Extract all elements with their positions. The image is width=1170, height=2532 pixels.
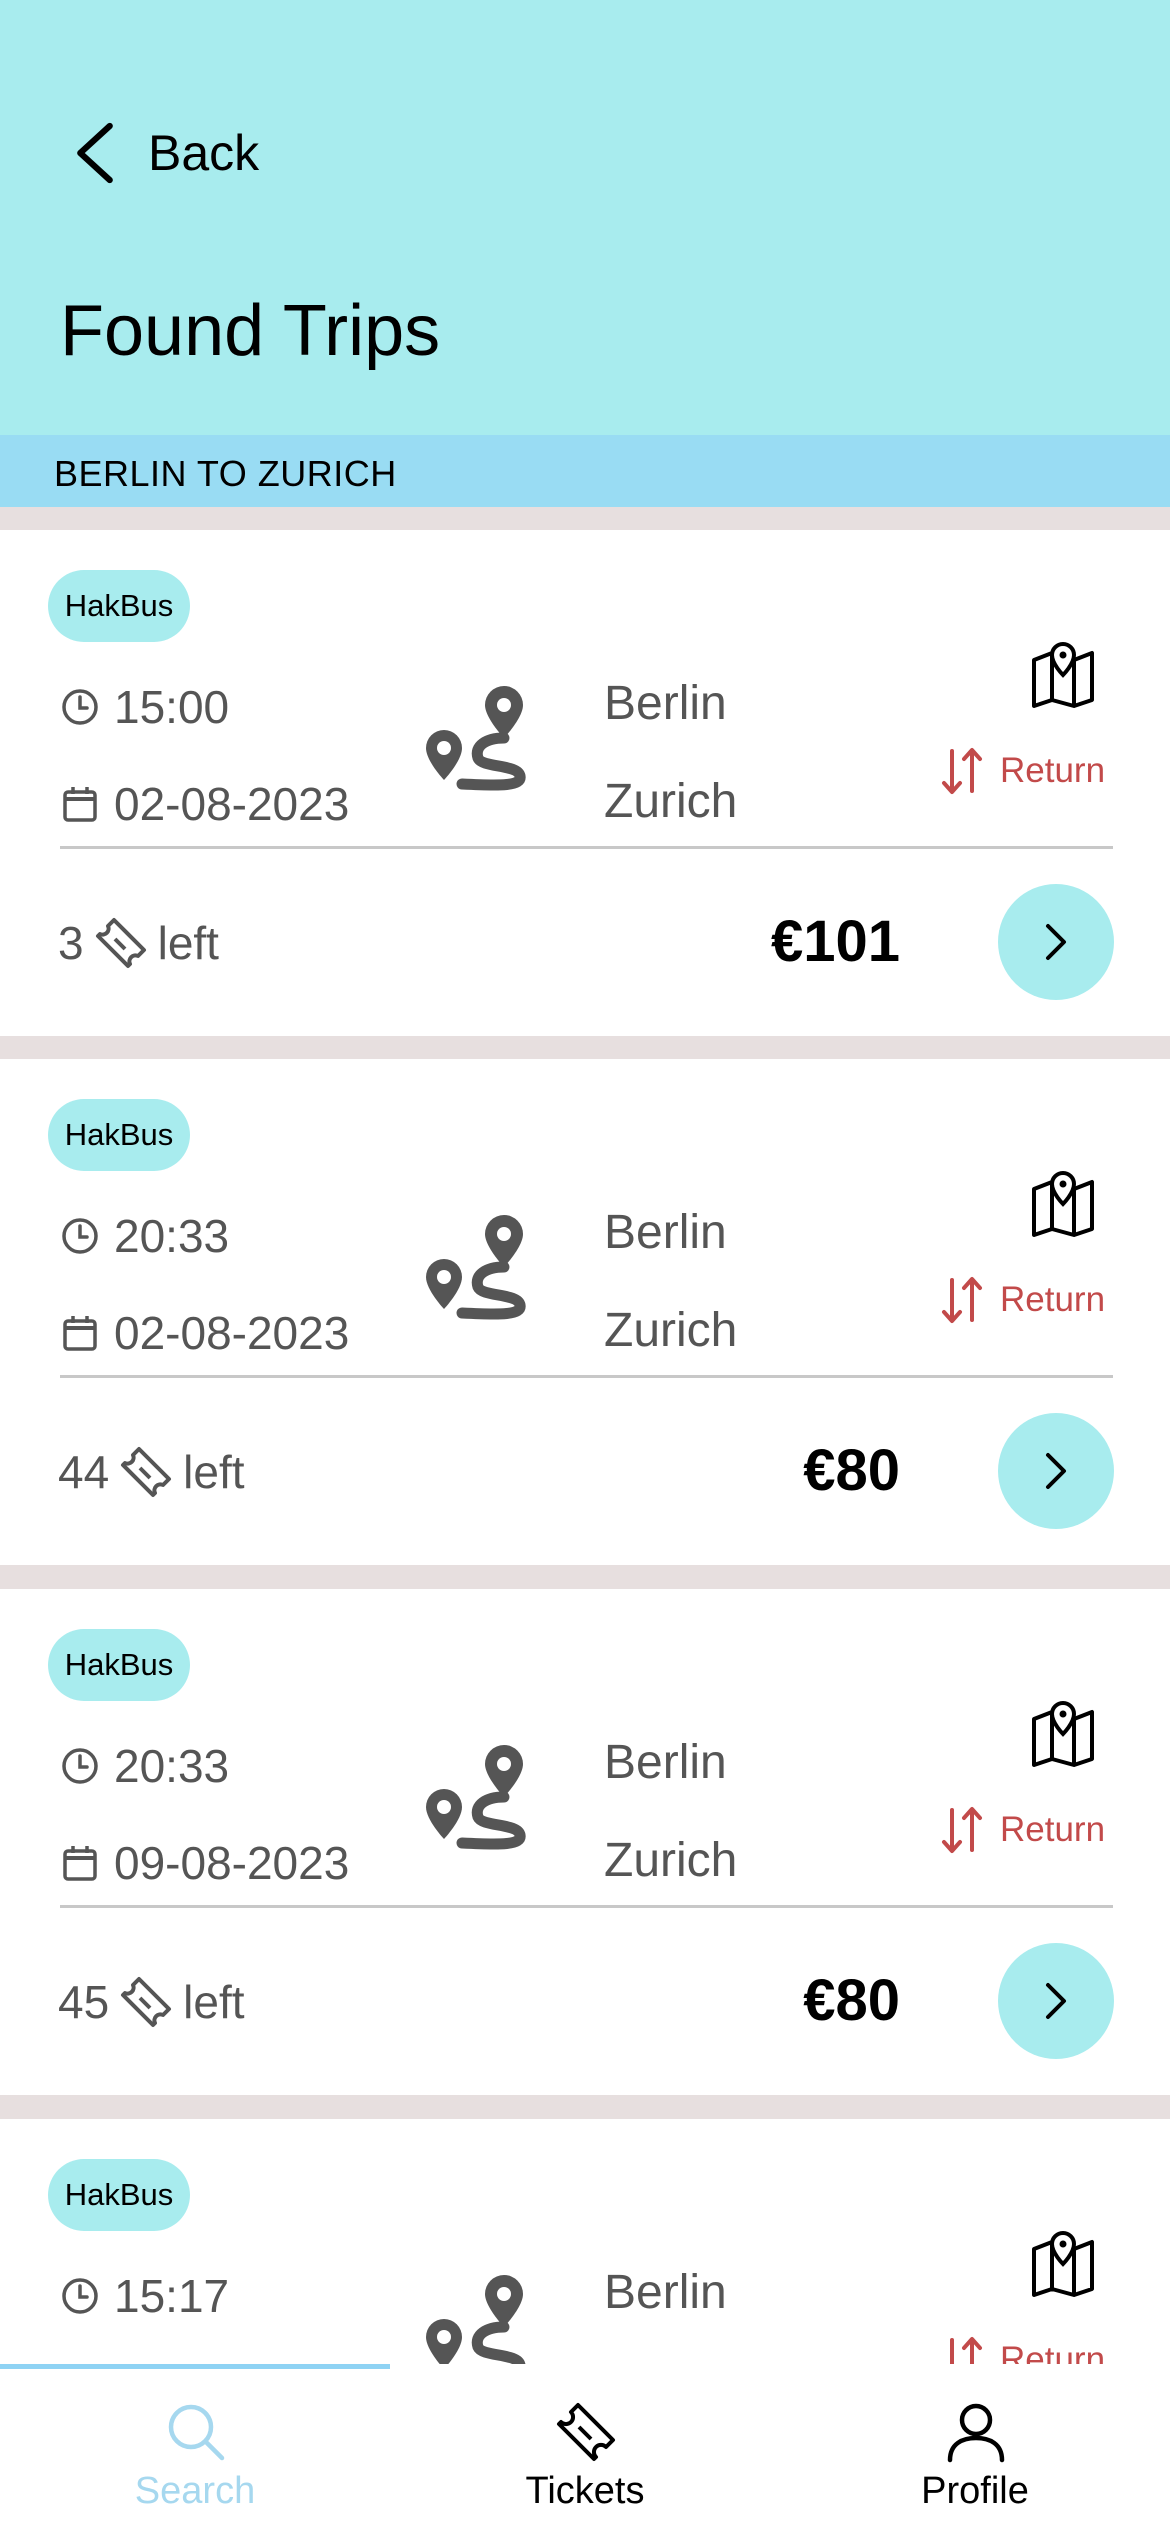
trip-price: €80 — [803, 1438, 900, 1503]
ticket-icon — [121, 1447, 172, 1497]
origin-city: Berlin — [604, 2266, 727, 2319]
departure-date-row: 02-08-2023 — [60, 1306, 349, 1360]
swap-vertical-icon — [950, 2337, 982, 2364]
search-icon — [168, 2404, 225, 2461]
seats-left: 44 left — [58, 1445, 245, 1499]
back-button[interactable]: Back — [70, 118, 259, 188]
swap-vertical-icon — [942, 1807, 982, 1853]
tab-tickets-label: Tickets — [525, 2470, 645, 2512]
route-icon — [426, 1215, 526, 1320]
departure-time: 20:33 — [114, 1740, 230, 1792]
origin-city: Berlin — [604, 1736, 727, 1789]
departure-date: 02-08-2023 — [114, 778, 350, 830]
map-icon[interactable] — [1028, 640, 1098, 710]
chevron-right-icon — [1046, 1983, 1066, 2019]
clock-icon — [62, 689, 98, 725]
departure-date-row: 09-08-2023 — [60, 1836, 349, 1890]
calendar-icon — [63, 1846, 97, 1881]
seats-suffix: left — [183, 1446, 245, 1498]
chevron-left-icon — [77, 122, 113, 184]
chevron-right-icon — [1046, 924, 1066, 960]
departure-time: 20:33 — [114, 1210, 230, 1262]
ticket-icon — [557, 2403, 615, 2461]
departure-time-row: 15:17 — [60, 2269, 229, 2323]
tab-tickets[interactable]: Tickets — [390, 2364, 780, 2532]
clock-icon — [62, 2278, 98, 2314]
chevron-right-icon — [1046, 1453, 1066, 1489]
divider — [60, 1375, 1113, 1378]
departure-time-row: 20:33 — [60, 1739, 229, 1793]
seats-left: 45 left — [58, 1975, 245, 2029]
departure-time: 15:17 — [114, 2270, 230, 2322]
route-icon — [426, 686, 526, 791]
route-icon — [426, 2275, 526, 2364]
operator-badge: HakBus — [48, 570, 190, 642]
return-indicator: Return — [940, 1804, 1105, 1856]
return-label: Return — [1000, 751, 1106, 790]
return-label: Return — [1000, 2340, 1106, 2364]
divider — [60, 1905, 1113, 1908]
swap-vertical-icon — [942, 1277, 982, 1323]
user-icon — [947, 2403, 1005, 2463]
tab-profile[interactable]: Profile — [780, 2364, 1170, 2532]
departure-time: 15:00 — [114, 681, 230, 733]
seats-suffix: left — [157, 917, 219, 969]
page-title: Found Trips — [60, 291, 441, 371]
return-label: Return — [1000, 1280, 1106, 1319]
operator-badge: HakBus — [48, 1629, 190, 1701]
trip-card[interactable]: HakBus 20:33 02-08-2023 Berlin Zurich Re… — [0, 1059, 1170, 1565]
trip-price: €80 — [803, 1968, 900, 2033]
header: Back Found Trips — [0, 0, 1170, 435]
calendar-icon — [63, 1316, 97, 1351]
clock-icon — [62, 1218, 98, 1254]
ticket-icon — [95, 918, 146, 968]
origin-city: Berlin — [604, 677, 727, 730]
trip-card[interactable]: HakBus 15:17 Berlin Return — [0, 2119, 1170, 2364]
route-icon — [426, 1745, 526, 1850]
route-banner: BERLIN TO ZURICH — [0, 435, 1170, 507]
seats-count: 45 — [58, 1976, 110, 2028]
tab-search-label: Search — [134, 2470, 256, 2512]
return-indicator: Return — [940, 2334, 1105, 2364]
trip-card[interactable]: HakBus 15:00 02-08-2023 Berlin Zurich Re… — [0, 530, 1170, 1036]
ticket-icon — [121, 1977, 172, 2027]
tab-search[interactable]: Search — [0, 2364, 390, 2532]
map-icon[interactable] — [1028, 1169, 1098, 1239]
operator-badge: HakBus — [48, 2159, 190, 2231]
select-trip-button[interactable] — [998, 884, 1114, 1000]
trip-price: €101 — [770, 909, 900, 974]
destination-city: Zurich — [604, 1304, 738, 1357]
trip-card[interactable]: HakBus 20:33 09-08-2023 Berlin Zurich Re… — [0, 1589, 1170, 2095]
origin-city: Berlin — [604, 1206, 727, 1259]
trip-list[interactable]: HakBus 15:00 02-08-2023 Berlin Zurich Re… — [0, 507, 1170, 2364]
return-indicator: Return — [940, 1274, 1105, 1326]
departure-time-row: 15:00 — [60, 680, 229, 734]
map-icon[interactable] — [1028, 2229, 1098, 2299]
map-icon[interactable] — [1028, 1699, 1098, 1769]
bottom-tab-bar: Search Tickets Profile — [0, 2364, 1170, 2532]
departure-date-row: 02-08-2023 — [60, 777, 349, 831]
seats-left: 3 left — [58, 916, 219, 970]
back-label: Back — [148, 125, 260, 181]
departure-date: 02-08-2023 — [114, 1307, 350, 1359]
operator-badge: HakBus — [48, 1099, 190, 1171]
seats-count: 3 — [58, 917, 84, 969]
select-trip-button[interactable] — [998, 1413, 1114, 1529]
tab-profile-label: Profile — [921, 2470, 1029, 2512]
seats-suffix: left — [183, 1976, 245, 2028]
divider — [60, 846, 1113, 849]
destination-city: Zurich — [604, 1834, 738, 1887]
departure-time-row: 20:33 — [60, 1209, 229, 1263]
destination-city: Zurich — [604, 775, 738, 828]
swap-vertical-icon — [942, 748, 982, 794]
return-label: Return — [1000, 1810, 1106, 1849]
calendar-icon — [63, 787, 97, 822]
select-trip-button[interactable] — [998, 1943, 1114, 2059]
seats-count: 44 — [58, 1446, 110, 1498]
departure-date: 09-08-2023 — [114, 1837, 350, 1889]
route-banner-label: BERLIN TO ZURICH — [54, 453, 397, 494]
return-indicator: Return — [940, 745, 1105, 797]
clock-icon — [62, 1748, 98, 1784]
